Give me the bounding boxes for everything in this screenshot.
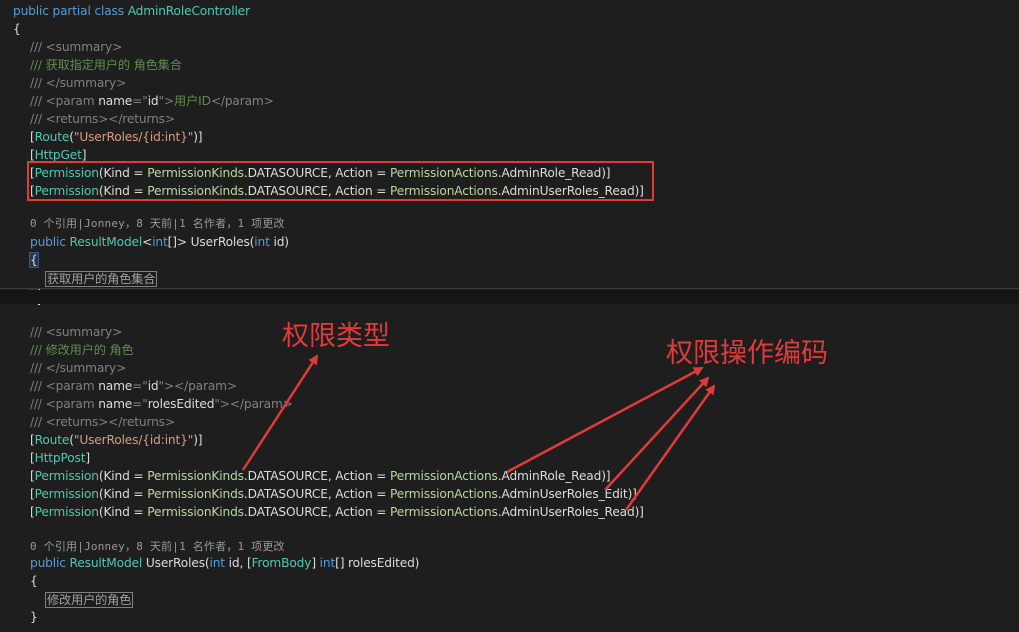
- arrow-action-2: [604, 376, 710, 491]
- arrow-action-1: [506, 366, 704, 474]
- annotation-arrows: [241, 354, 716, 511]
- arrow-action-3: [624, 384, 716, 511]
- code-editor[interactable]: public partial class AdminRoleController…: [0, 0, 1019, 632]
- arrow-kind: [241, 354, 319, 471]
